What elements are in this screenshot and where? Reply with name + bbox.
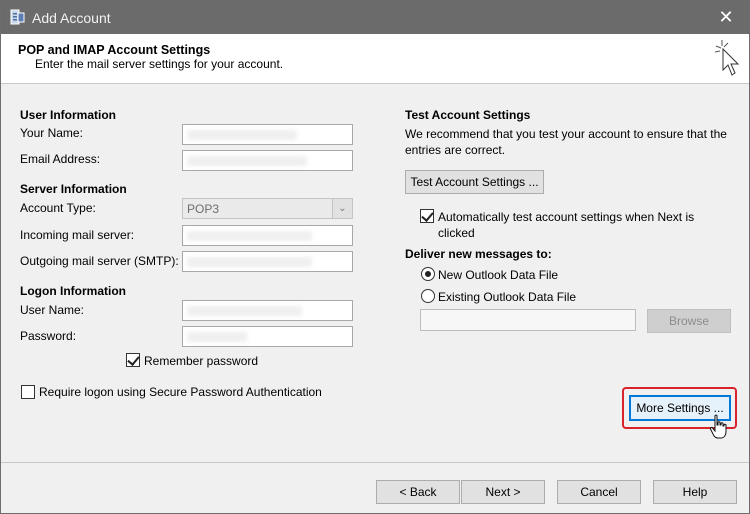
hand-cursor-icon bbox=[709, 414, 727, 439]
spa-label[interactable]: Require logon using Secure Password Auth… bbox=[39, 385, 322, 399]
logon-information-heading: Logon Information bbox=[20, 284, 126, 298]
email-address-label: Email Address: bbox=[20, 152, 101, 166]
test-account-settings-button[interactable]: Test Account Settings ... bbox=[405, 170, 544, 194]
account-type-label: Account Type: bbox=[20, 201, 96, 215]
next-button[interactable]: Next > bbox=[461, 480, 545, 504]
outgoing-server-label: Outgoing mail server (SMTP): bbox=[20, 254, 179, 268]
user-information-heading: User Information bbox=[20, 108, 117, 122]
outgoing-server-input[interactable] bbox=[182, 251, 353, 272]
chevron-down-icon: ⌄ bbox=[332, 199, 352, 218]
redacted-value bbox=[187, 306, 302, 316]
user-name-input[interactable] bbox=[182, 300, 353, 321]
spa-checkbox[interactable] bbox=[21, 385, 35, 399]
wizard-cursor-icon bbox=[714, 40, 740, 76]
deliver-messages-heading: Deliver new messages to: bbox=[405, 247, 552, 261]
incoming-server-label: Incoming mail server: bbox=[20, 228, 135, 242]
your-name-label: Your Name: bbox=[20, 126, 83, 140]
footer-separator bbox=[1, 462, 749, 463]
back-button[interactable]: < Back bbox=[376, 480, 460, 504]
close-icon: ✕ bbox=[718, 7, 734, 27]
user-name-label: User Name: bbox=[20, 303, 85, 317]
remember-password-checkbox[interactable] bbox=[126, 353, 140, 367]
browse-button[interactable]: Browse bbox=[647, 309, 731, 333]
new-data-file-radio[interactable] bbox=[421, 267, 435, 281]
header-subtitle: Enter the mail server settings for your … bbox=[35, 57, 284, 71]
close-button[interactable]: ✕ bbox=[703, 1, 749, 34]
account-type-select[interactable]: POP3 ⌄ bbox=[182, 198, 353, 219]
password-input[interactable] bbox=[182, 326, 353, 347]
test-settings-description: We recommend that you test your account … bbox=[405, 127, 727, 157]
account-type-value: POP3 bbox=[187, 202, 220, 216]
server-information-heading: Server Information bbox=[20, 182, 127, 196]
new-data-file-label[interactable]: New Outlook Data File bbox=[438, 268, 558, 282]
existing-data-file-label[interactable]: Existing Outlook Data File bbox=[438, 290, 576, 304]
redacted-value bbox=[187, 130, 297, 140]
title-bar: Add Account ✕ bbox=[1, 1, 749, 34]
window-title: Add Account bbox=[32, 10, 111, 26]
test-account-settings-heading: Test Account Settings bbox=[405, 108, 531, 122]
redacted-value bbox=[187, 156, 307, 166]
redacted-value bbox=[187, 231, 312, 241]
your-name-input[interactable] bbox=[182, 124, 353, 145]
password-label: Password: bbox=[20, 329, 77, 343]
auto-test-checkbox[interactable] bbox=[420, 209, 434, 223]
existing-data-file-radio[interactable] bbox=[421, 289, 435, 303]
existing-data-file-path-input[interactable] bbox=[420, 309, 636, 331]
add-account-window: Add Account ✕ POP and IMAP Account Setti… bbox=[0, 0, 750, 514]
cancel-button[interactable]: Cancel bbox=[557, 480, 641, 504]
redacted-value bbox=[187, 332, 247, 342]
auto-test-label[interactable]: Automatically test account settings when… bbox=[438, 209, 718, 241]
email-address-input[interactable] bbox=[182, 150, 353, 171]
redacted-value bbox=[187, 257, 312, 267]
help-button[interactable]: Help bbox=[653, 480, 737, 504]
outlook-app-icon bbox=[10, 9, 25, 25]
remember-password-label[interactable]: Remember password bbox=[144, 354, 258, 368]
dialog-header: POP and IMAP Account Settings Enter the … bbox=[1, 34, 749, 84]
header-title: POP and IMAP Account Settings bbox=[18, 43, 211, 57]
incoming-server-input[interactable] bbox=[182, 225, 353, 246]
